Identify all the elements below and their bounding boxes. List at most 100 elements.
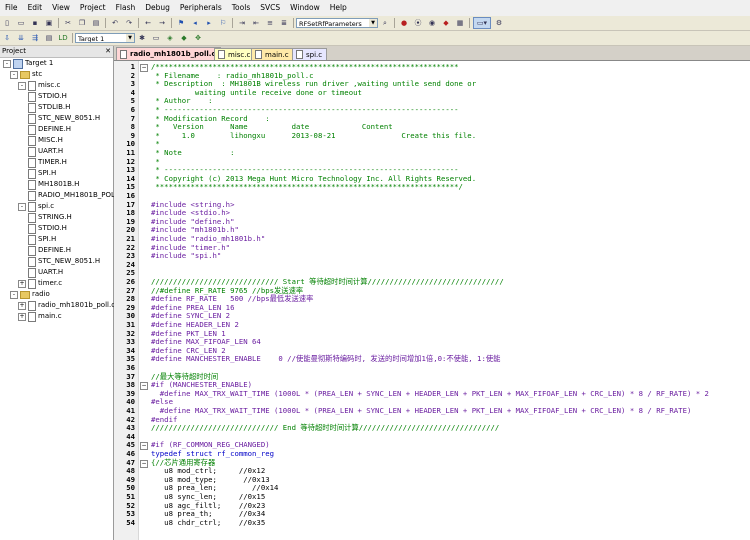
tree-item[interactable]: STC_NEW_8051.H: [28, 113, 100, 124]
target-options-icon[interactable]: ✱: [136, 32, 148, 44]
tree-item[interactable]: RADIO_MH1801B_POLL.H: [28, 190, 126, 201]
translate-icon[interactable]: ⇩: [1, 32, 13, 44]
fold-toggle-icon[interactable]: −: [140, 442, 148, 451]
menu-item-debug[interactable]: Debug: [140, 0, 175, 16]
tree-item[interactable]: STDIO.H: [28, 223, 67, 234]
tree-item[interactable]: STRING.H: [28, 212, 72, 223]
open-file-icon[interactable]: ▭: [15, 17, 27, 29]
code-line[interactable]: * Note :: [151, 148, 234, 158]
tree-item[interactable]: STDLIB.H: [28, 102, 70, 113]
tree-item[interactable]: - stc: [10, 69, 42, 80]
editor-tab[interactable]: main.c: [251, 48, 294, 60]
bookmark-icon[interactable]: ⚑: [175, 17, 187, 29]
tree-item[interactable]: UART.H: [28, 267, 63, 278]
fold-toggle-icon[interactable]: −: [140, 382, 148, 391]
collapse-icon[interactable]: -: [10, 70, 18, 79]
save-all-icon[interactable]: ▣: [43, 17, 55, 29]
code-line[interactable]: ///////////////////////////// End 等待超时时间…: [151, 424, 499, 433]
menu-item-view[interactable]: View: [47, 0, 75, 16]
tree-item[interactable]: STDIO.H: [28, 91, 67, 102]
code-line[interactable]: #include "spi.h": [151, 252, 221, 261]
pack-installer-icon[interactable]: ◆: [178, 32, 190, 44]
editor-tab[interactable]: misc.c: [214, 48, 256, 60]
tree-item[interactable]: MH1801B.H: [28, 179, 79, 190]
back-icon[interactable]: ←: [142, 17, 154, 29]
tree-item[interactable]: DEFINE.H: [28, 124, 71, 135]
download-icon[interactable]: LD: [57, 32, 69, 44]
code-line[interactable]: u8 chdr_ctrl; //0x35: [151, 518, 265, 528]
build-icon[interactable]: ⇊: [15, 32, 27, 44]
tree-item[interactable]: MISC.H: [28, 135, 63, 146]
manage-components-icon[interactable]: ◈: [164, 32, 176, 44]
file-extensions-icon[interactable]: ▭: [150, 32, 162, 44]
tree-item[interactable]: STC_NEW_8051.H: [28, 256, 100, 267]
collapse-icon[interactable]: -: [18, 202, 26, 211]
code-line[interactable]: #define MAX_TRX_WAIT_TIME (1000L * (PREA…: [151, 406, 692, 416]
debug-start-icon[interactable]: ●: [398, 17, 410, 29]
tree-item[interactable]: - misc.c: [18, 80, 60, 91]
rebuild-icon[interactable]: ⇶: [29, 32, 41, 44]
unindent-icon[interactable]: ⇤: [250, 17, 262, 29]
next-bookmark-icon[interactable]: ▸: [203, 17, 215, 29]
debug-stop-icon[interactable]: ⦿: [412, 17, 424, 29]
target-select[interactable]: Target 1 ▼: [75, 33, 135, 43]
fold-toggle-icon[interactable]: −: [140, 459, 148, 468]
run-time-environment-icon[interactable]: ✥: [192, 32, 204, 44]
comment-icon[interactable]: ≡: [264, 17, 276, 29]
expand-icon[interactable]: +: [18, 312, 26, 321]
paste-icon[interactable]: ▤: [90, 17, 102, 29]
tree-item[interactable]: + main.c: [18, 311, 62, 322]
tree-item[interactable]: - spi.c: [18, 201, 54, 212]
cut-icon[interactable]: ✂: [62, 17, 74, 29]
cpu-icon[interactable]: ▦: [454, 17, 466, 29]
save-icon[interactable]: ▪: [29, 17, 41, 29]
menu-item-help[interactable]: Help: [325, 0, 352, 16]
code-line[interactable]: ****************************************…: [151, 183, 463, 192]
expand-icon[interactable]: +: [18, 301, 26, 310]
copy-icon[interactable]: ❐: [76, 17, 88, 29]
menu-item-window[interactable]: Window: [285, 0, 325, 16]
fold-toggle-icon[interactable]: −: [140, 64, 148, 72]
prev-bookmark-icon[interactable]: ◂: [189, 17, 201, 29]
undo-icon[interactable]: ↶: [109, 17, 121, 29]
find-icon[interactable]: ⌕: [379, 17, 391, 29]
close-icon[interactable]: ✕: [105, 46, 111, 57]
tree-item[interactable]: + radio_mh1801b_poll.c: [18, 300, 115, 311]
expand-icon[interactable]: +: [18, 279, 26, 288]
code-line[interactable]: #define MAX_TRX_WAIT_TIME (1000L * (PREA…: [151, 389, 709, 399]
menu-item-edit[interactable]: Edit: [23, 0, 48, 16]
clear-bookmarks-icon[interactable]: ⚐: [217, 17, 229, 29]
forward-icon[interactable]: →: [156, 17, 168, 29]
collapse-icon[interactable]: -: [18, 81, 26, 90]
editor-tab[interactable]: radio_mh1801b_poll.c: [116, 47, 221, 60]
tree-item[interactable]: SPI.H: [28, 168, 56, 179]
tree-item[interactable]: - radio: [10, 289, 50, 300]
tree-item[interactable]: TIMER.H: [28, 157, 67, 168]
menu-item-file[interactable]: File: [0, 0, 23, 16]
uncomment-icon[interactable]: ≣: [278, 17, 290, 29]
tree-item[interactable]: + timer.c: [18, 278, 62, 289]
tree-item[interactable]: SPI.H: [28, 234, 56, 245]
collapse-icon[interactable]: -: [10, 290, 18, 299]
function-select[interactable]: RFSetRfParameters ▼: [296, 18, 378, 28]
editor-tab[interactable]: spi.c: [292, 48, 328, 60]
code-editor[interactable]: 1 2 3 4 5 6 7 8 9 10 11 12 13 14 15 16 17 18 19 20 21 22 23 24 2…: [114, 61, 750, 540]
window-layout-icon[interactable]: ▭▾: [473, 17, 491, 29]
menu-item-tools[interactable]: Tools: [227, 0, 255, 16]
indent-icon[interactable]: ⇥: [236, 17, 248, 29]
tree-item[interactable]: DEFINE.H: [28, 245, 71, 256]
menu-item-peripherals[interactable]: Peripherals: [175, 0, 227, 16]
menu-item-flash[interactable]: Flash: [111, 0, 141, 16]
tree-item[interactable]: - Target 1: [3, 58, 53, 69]
tree-item[interactable]: UART.H: [28, 146, 63, 157]
settings-icon[interactable]: ⚙: [493, 17, 505, 29]
new-file-icon[interactable]: ▯: [1, 17, 13, 29]
code-line[interactable]: #define MANCHESTER_ENABLE 0 //使能曼彻斯特编码时,…: [151, 355, 500, 364]
code-line[interactable]: * 1.0 lihongxu 2013-08-21 Create this fi…: [151, 131, 476, 141]
collapse-icon[interactable]: -: [3, 59, 11, 68]
insert-breakpoint-icon[interactable]: ◆: [440, 17, 452, 29]
batch-build-icon[interactable]: ▤: [43, 32, 55, 44]
menu-item-svcs[interactable]: SVCS: [255, 0, 285, 16]
peripheral-icon[interactable]: ◉: [426, 17, 438, 29]
redo-icon[interactable]: ↷: [123, 17, 135, 29]
